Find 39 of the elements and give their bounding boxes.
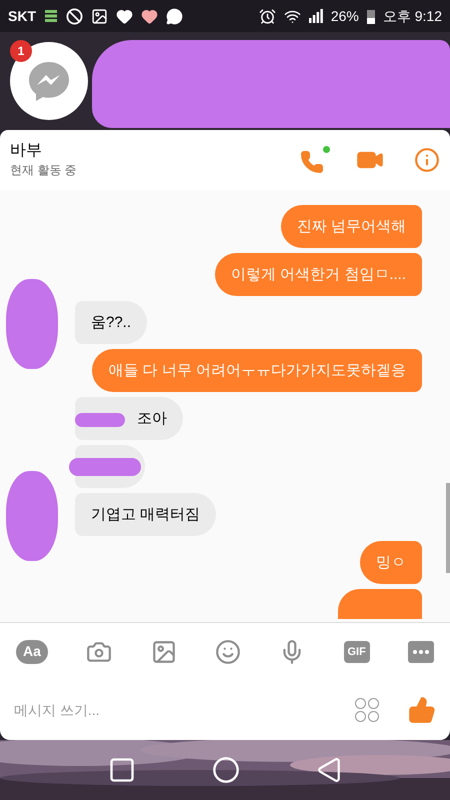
like-button[interactable] xyxy=(408,696,436,724)
message-input[interactable]: 메시지 쓰기... xyxy=(14,700,354,721)
contact-name: 바부 xyxy=(10,141,43,161)
more-icon xyxy=(412,650,429,654)
message-bubble: 밍ㅇ xyxy=(360,541,422,584)
battery-percent: 26% xyxy=(330,6,359,26)
scribble-mark xyxy=(69,458,141,476)
heart-icon xyxy=(116,8,133,24)
message-bubble: 기엽고 매력터짐 xyxy=(75,493,216,536)
messenger-icon xyxy=(27,60,71,102)
battery-icon xyxy=(366,8,375,24)
gif-button[interactable]: GIF xyxy=(344,640,370,663)
message-bubble: 조아 xyxy=(75,397,183,440)
emoji-button[interactable] xyxy=(214,638,241,665)
blocked-icon xyxy=(66,8,83,24)
gallery-button[interactable] xyxy=(150,638,177,665)
alarm-icon xyxy=(258,8,276,24)
image-icon xyxy=(91,8,108,24)
carrier-label: SKT xyxy=(8,6,36,26)
message-bubble: 애들 다 너무 어려어ㅜㅠ다가가지도못하겥응 xyxy=(92,349,422,392)
message-bubble: 이렇게 어색한거 첨임ㅁ.... xyxy=(214,253,422,296)
recents-button[interactable] xyxy=(108,756,136,784)
more-button[interactable] xyxy=(408,640,434,663)
message-bubble: 움??.. xyxy=(75,301,148,344)
call-button[interactable] xyxy=(300,146,330,174)
stickers-icon[interactable] xyxy=(354,697,380,724)
info-button[interactable] xyxy=(414,147,440,173)
back-button[interactable] xyxy=(316,757,342,783)
sim-icon xyxy=(44,9,58,23)
home-button[interactable] xyxy=(212,756,240,784)
clock-time: 오후 9:12 xyxy=(382,6,442,26)
message-bubble: 진짜 넘무어색해 xyxy=(280,205,422,248)
format-text-button[interactable]: Aa xyxy=(16,640,48,664)
notification-badge: 1 xyxy=(10,40,32,62)
scribble-mark xyxy=(75,413,125,427)
heart-icon xyxy=(141,8,158,24)
chat-icon xyxy=(166,8,183,24)
signal-icon xyxy=(308,9,323,23)
active-status: 현재 활동 중 xyxy=(10,162,78,179)
